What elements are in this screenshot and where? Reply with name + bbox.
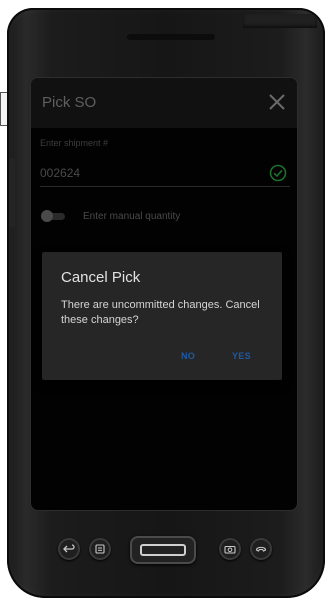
shipment-field-label: Enter shipment # — [40, 138, 109, 148]
device-top-bump — [243, 14, 317, 28]
cancel-pick-dialog: Cancel Pick There are uncommitted change… — [42, 252, 282, 380]
yes-button[interactable]: YES — [232, 351, 251, 361]
shipment-field-input[interactable]: 002624 — [40, 166, 80, 180]
back-key[interactable] — [58, 538, 80, 560]
menu-icon — [95, 544, 105, 554]
back-icon — [63, 544, 75, 553]
app-title: Pick SO — [42, 94, 97, 111]
toggle-knob — [41, 210, 53, 222]
hardware-keys — [50, 536, 280, 566]
camera-key[interactable] — [219, 538, 241, 560]
check-circle-icon — [269, 164, 287, 182]
app-bar: Pick SO — [31, 78, 297, 128]
scan-trigger-icon — [140, 544, 186, 556]
manual-quantity-toggle[interactable] — [41, 210, 67, 222]
camera-icon — [224, 545, 236, 554]
side-scan-button[interactable] — [9, 158, 15, 228]
close-icon[interactable] — [267, 92, 287, 112]
menu-key[interactable] — [89, 538, 111, 560]
phone-icon — [255, 546, 267, 552]
dialog-message: There are uncommitted changes. Cancel th… — [61, 299, 260, 326]
scan-trigger-key[interactable] — [130, 536, 196, 564]
earpiece-speaker — [127, 34, 215, 40]
device-screen: Pick SO Enter shipment # 002624 Enter ma… — [30, 77, 298, 511]
dialog-title: Cancel Pick — [61, 269, 141, 286]
shipment-field-underline — [40, 186, 290, 187]
phone-key[interactable] — [250, 538, 272, 560]
no-button[interactable]: NO — [181, 351, 195, 361]
manual-quantity-label: Enter manual quantity — [83, 211, 181, 222]
